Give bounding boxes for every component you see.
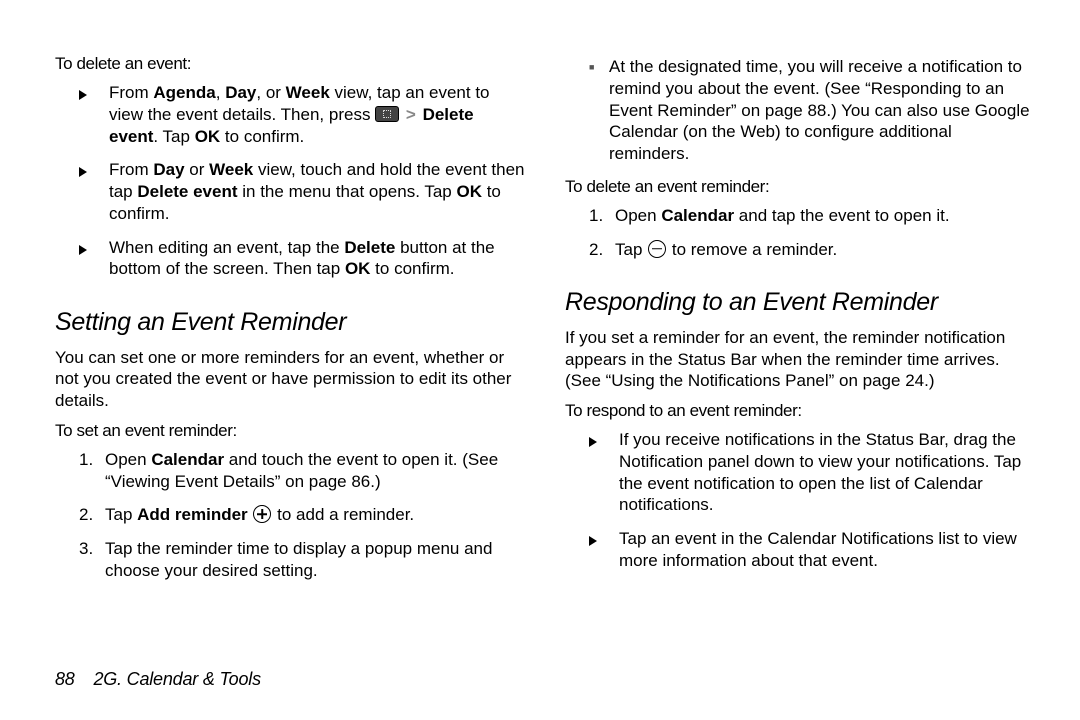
list-text: Tap the reminder time to display a popup… — [105, 538, 525, 582]
list-text: Tap Add reminder to add a reminder. — [105, 504, 525, 526]
list-number: 2. — [79, 504, 105, 526]
triangle-bullet-icon — [79, 84, 109, 106]
delete-reminder-list: 1. Open Calendar and tap the event to op… — [565, 205, 1035, 261]
square-bullet-icon: ■ — [589, 62, 609, 74]
delete-event-list: From Agenda, Day, or Week view, tap an e… — [55, 82, 525, 280]
list-item: ■ At the designated time, you will recei… — [565, 56, 1035, 165]
list-number: 2. — [589, 239, 615, 261]
list-text: Tap an event in the Calendar Notificatio… — [619, 528, 1035, 572]
chevron-right-icon: > — [406, 104, 416, 126]
triangle-bullet-icon — [79, 239, 109, 261]
list-number: 1. — [589, 205, 615, 227]
label-set-reminder: To set an event reminder: — [55, 421, 525, 441]
manual-page: To delete an event: From Agenda, Day, or… — [0, 0, 1080, 720]
heading-setting-reminder: Setting an Event Reminder — [55, 308, 525, 337]
minus-circle-icon — [648, 240, 666, 258]
list-text: Tap to remove a reminder. — [615, 239, 1035, 261]
triangle-bullet-icon — [79, 161, 109, 183]
list-item: From Day or Week view, touch and hold th… — [55, 159, 525, 224]
list-item: 1. Open Calendar and tap the event to op… — [565, 205, 1035, 227]
paragraph: You can set one or more reminders for an… — [55, 347, 525, 411]
list-item: 2. Tap to remove a reminder. — [565, 239, 1035, 261]
list-item: From Agenda, Day, or Week view, tap an e… — [55, 82, 525, 147]
two-column-layout: To delete an event: From Agenda, Day, or… — [55, 50, 1040, 594]
heading-responding-reminder: Responding to an Event Reminder — [565, 288, 1035, 317]
list-item: If you receive notifications in the Stat… — [565, 429, 1035, 516]
list-item: 2. Tap Add reminder to add a reminder. — [55, 504, 525, 526]
label-respond-reminder: To respond to an event reminder: — [565, 401, 1035, 421]
left-column: To delete an event: From Agenda, Day, or… — [55, 50, 525, 594]
list-number: 3. — [79, 538, 105, 560]
right-column: ■ At the designated time, you will recei… — [565, 50, 1035, 594]
page-number: 88 — [55, 669, 75, 689]
respond-reminder-list: If you receive notifications in the Stat… — [565, 429, 1035, 572]
continued-list: ■ At the designated time, you will recei… — [565, 56, 1035, 165]
list-item: 3. Tap the reminder time to display a po… — [55, 538, 525, 582]
list-text: Open Calendar and tap the event to open … — [615, 205, 1035, 227]
label-delete-event: To delete an event: — [55, 54, 525, 74]
paragraph: If you set a reminder for an event, the … — [565, 327, 1035, 391]
set-reminder-list: 1. Open Calendar and touch the event to … — [55, 449, 525, 582]
section-title: 2G. Calendar & Tools — [93, 669, 260, 689]
list-item: 1. Open Calendar and touch the event to … — [55, 449, 525, 493]
label-delete-reminder: To delete an event reminder: — [565, 177, 1035, 197]
list-text: From Day or Week view, touch and hold th… — [109, 159, 525, 224]
list-item: Tap an event in the Calendar Notificatio… — [565, 528, 1035, 572]
list-item: When editing an event, tap the Delete bu… — [55, 237, 525, 281]
list-text: Open Calendar and touch the event to ope… — [105, 449, 525, 493]
triangle-bullet-icon — [589, 431, 619, 453]
triangle-bullet-icon — [589, 530, 619, 552]
list-text: At the designated time, you will receive… — [609, 56, 1035, 165]
plus-circle-icon — [253, 505, 271, 523]
list-text: When editing an event, tap the Delete bu… — [109, 237, 525, 281]
page-footer: 88 2G. Calendar & Tools — [55, 669, 261, 690]
list-text: If you receive notifications in the Stat… — [619, 429, 1035, 516]
list-number: 1. — [79, 449, 105, 471]
menu-key-icon — [375, 106, 399, 122]
list-text: From Agenda, Day, or Week view, tap an e… — [109, 82, 525, 147]
